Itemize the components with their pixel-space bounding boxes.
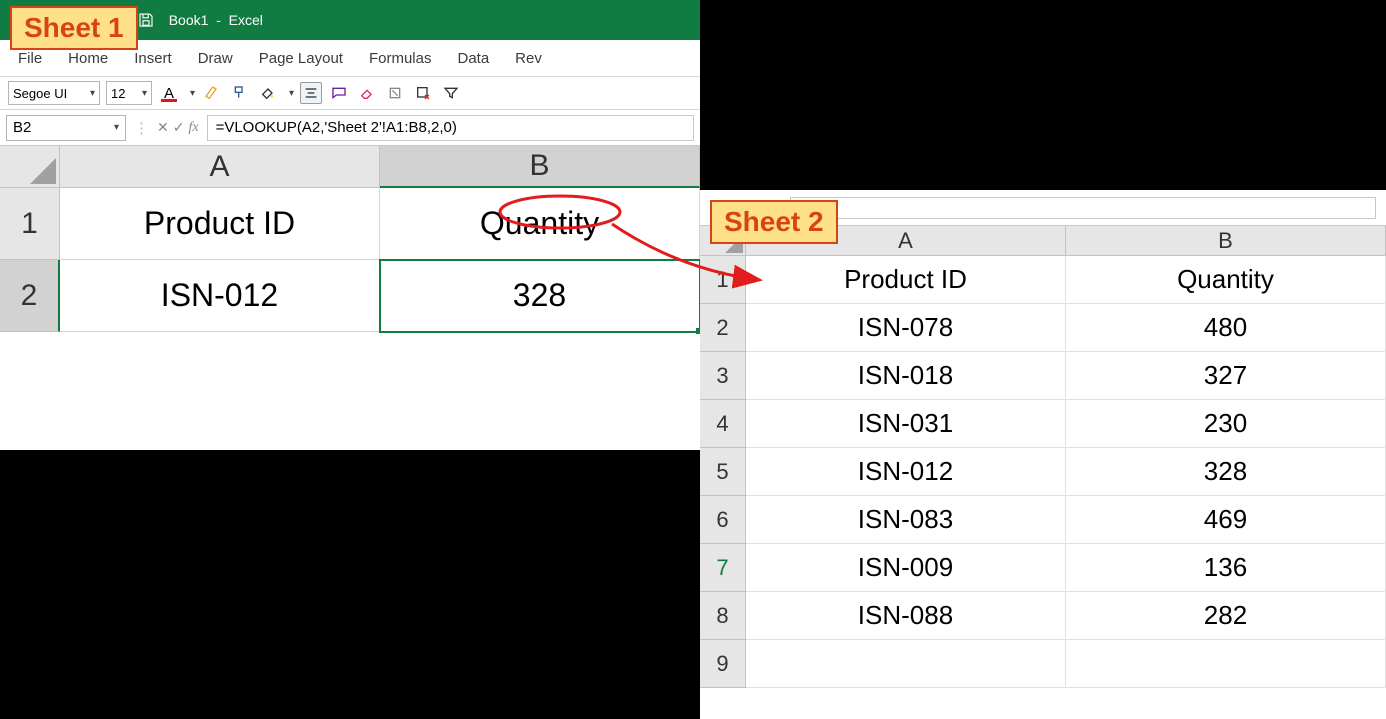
cell[interactable]: Quantity [1066, 256, 1386, 304]
cell[interactable] [746, 640, 1066, 688]
chevron-down-icon: ▾ [114, 122, 119, 133]
row-header[interactable]: 5 [700, 448, 746, 496]
formula-bar: B2▾ ⋮ ✕ ✓ fx =VLOOKUP(A2,'Sheet 2'!A1:B8… [0, 110, 700, 146]
cell[interactable]: ISN-083 [746, 496, 1066, 544]
cell-b2[interactable]: 328 [380, 260, 700, 332]
filter-icon[interactable] [440, 82, 462, 104]
cell[interactable]: ISN-031 [746, 400, 1066, 448]
chevron-down-icon[interactable]: ▾ [289, 88, 294, 99]
cell[interactable]: 327 [1066, 352, 1386, 400]
cell[interactable]: ISN-078 [746, 304, 1066, 352]
chevron-down-icon: ▾ [142, 88, 147, 99]
enter-icon[interactable]: ✓ [173, 119, 185, 136]
tab-insert[interactable]: Insert [134, 50, 172, 67]
cell-a1[interactable]: Product ID [60, 188, 380, 260]
tab-data[interactable]: Data [457, 50, 489, 67]
cell[interactable]: 282 [1066, 592, 1386, 640]
cancel-icon[interactable]: ✕ [157, 119, 169, 136]
tab-formulas[interactable]: Formulas [369, 50, 432, 67]
format-painter-icon[interactable] [229, 82, 251, 104]
cell[interactable]: 230 [1066, 400, 1386, 448]
col-header-a[interactable]: A [60, 146, 380, 188]
cell[interactable]: ISN-012 [746, 448, 1066, 496]
cell[interactable]: 136 [1066, 544, 1386, 592]
cell[interactable]: ISN-018 [746, 352, 1066, 400]
cell[interactable] [1066, 640, 1386, 688]
row-header[interactable]: 2 [700, 304, 746, 352]
row-header-1[interactable]: 1 [0, 188, 60, 260]
cell[interactable]: 328 [1066, 448, 1386, 496]
sheet1-grid[interactable]: A B 1 Product ID Quantity 2 ISN-012 328 [0, 146, 700, 332]
quick-toolbar: Segoe UI▾ 12▾ A ▾ ▾ [0, 76, 700, 110]
sheet2-window: ⋮ ✕ ✓ fx A B 1Product IDQuantity 2ISN-07… [700, 190, 1386, 719]
col-header-b-2[interactable]: B [1066, 226, 1386, 256]
cell[interactable]: Product ID [746, 256, 1066, 304]
clear-format-icon[interactable] [384, 82, 406, 104]
highlighter-icon[interactable] [201, 82, 223, 104]
tab-page-layout[interactable]: Page Layout [259, 50, 343, 67]
formula-input-2[interactable] [790, 197, 1376, 219]
fill-color-icon[interactable] [257, 82, 279, 104]
row-header[interactable]: 1 [700, 256, 746, 304]
chevron-down-icon[interactable]: ▾ [190, 88, 195, 99]
row-header[interactable]: 4 [700, 400, 746, 448]
annotation-label-sheet1: Sheet 1 [10, 6, 138, 50]
cell-a2[interactable]: ISN-012 [60, 260, 380, 332]
tab-review[interactable]: Rev [515, 50, 542, 67]
font-size-select[interactable]: 12▾ [106, 81, 152, 105]
sheet2-grid[interactable]: A B 1Product IDQuantity 2ISN-078480 3ISN… [700, 226, 1386, 688]
row-header[interactable]: 9 [700, 640, 746, 688]
row-header[interactable]: 6 [700, 496, 746, 544]
select-all-corner[interactable] [0, 146, 60, 188]
font-select[interactable]: Segoe UI▾ [8, 81, 100, 105]
cell-b1[interactable]: Quantity [380, 188, 700, 260]
save-icon[interactable] [137, 11, 155, 29]
window-title: Book1 - Excel [169, 12, 263, 28]
formula-input[interactable]: =VLOOKUP(A2,'Sheet 2'!A1:B8,2,0) [207, 115, 694, 141]
row-header[interactable]: 7 [700, 544, 746, 592]
cell[interactable]: 480 [1066, 304, 1386, 352]
chevron-down-icon: ▾ [90, 88, 95, 99]
name-box[interactable]: B2▾ [6, 115, 126, 141]
tab-file[interactable]: File [18, 50, 42, 67]
comment-icon[interactable] [328, 82, 350, 104]
annotation-label-sheet2: Sheet 2 [710, 200, 838, 244]
sheet1-window: AutoSave Off Book1 - Excel File Home Ins… [0, 0, 700, 450]
formula-controls: ✕ ✓ fx [157, 119, 199, 136]
tab-draw[interactable]: Draw [198, 50, 233, 67]
cell[interactable]: ISN-009 [746, 544, 1066, 592]
tab-home[interactable]: Home [68, 50, 108, 67]
row-header-2[interactable]: 2 [0, 260, 60, 332]
row-header[interactable]: 8 [700, 592, 746, 640]
col-header-b[interactable]: B [380, 146, 700, 188]
row-header[interactable]: 3 [700, 352, 746, 400]
font-color-button[interactable]: A [158, 82, 180, 104]
delete-sheet-icon[interactable] [412, 82, 434, 104]
eraser-icon[interactable] [356, 82, 378, 104]
cell[interactable]: 469 [1066, 496, 1386, 544]
cell[interactable]: ISN-088 [746, 592, 1066, 640]
fx-icon[interactable]: fx [188, 120, 198, 136]
align-center-button[interactable] [300, 82, 322, 104]
